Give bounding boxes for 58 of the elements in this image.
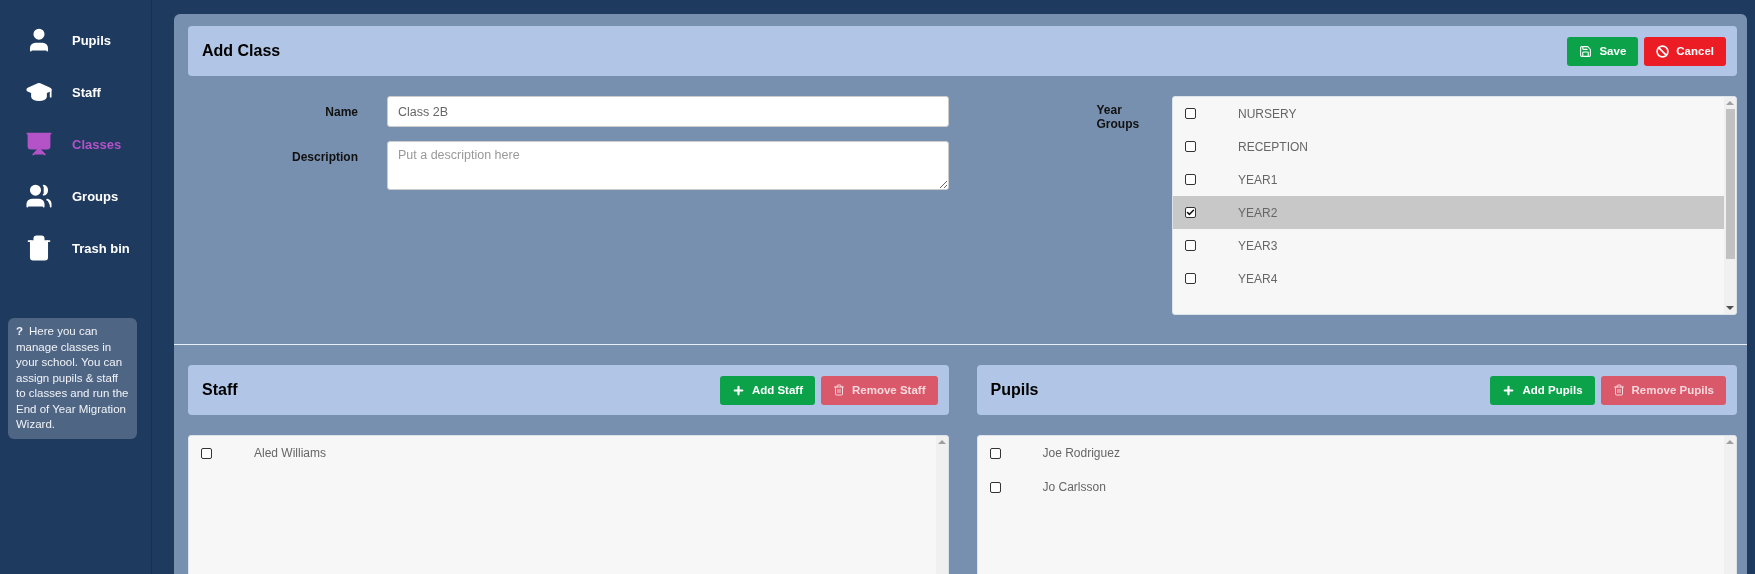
- trash-icon: [25, 234, 53, 262]
- plus-icon: [731, 383, 745, 397]
- section-title: Pupils: [990, 381, 1039, 399]
- checkbox[interactable]: [1185, 240, 1196, 251]
- remove-button[interactable]: Remove Pupils: [1600, 375, 1726, 405]
- add-button[interactable]: Add Pupils: [1490, 375, 1595, 405]
- checkbox[interactable]: [201, 447, 212, 459]
- list-row[interactable]: YEAR4: [1173, 262, 1724, 295]
- checkbox[interactable]: [1185, 174, 1196, 185]
- list-row[interactable]: YEAR2: [1173, 196, 1724, 229]
- row-label: RECEPTION: [1238, 139, 1308, 154]
- checkbox[interactable]: [1185, 141, 1196, 152]
- row-label: NURSERY: [1238, 106, 1297, 121]
- row-label: Joe Rodriguez: [1042, 446, 1120, 460]
- checkbox[interactable]: [1185, 108, 1196, 119]
- list-row[interactable]: YEAR1: [1173, 163, 1724, 196]
- save-icon: [1579, 44, 1593, 58]
- row-label: YEAR3: [1238, 238, 1278, 253]
- nav-item[interactable]: Classes: [0, 118, 151, 170]
- field-label: Name: [324, 104, 358, 121]
- field-label: Description: [291, 149, 358, 166]
- trash-icon: [833, 384, 845, 396]
- field-label: Year Groups: [1095, 102, 1141, 133]
- add-button[interactable]: Add Staff: [719, 375, 815, 405]
- scrollbar[interactable]: [1724, 436, 1736, 574]
- nav-item[interactable]: Groups: [0, 170, 151, 222]
- board-icon: [25, 130, 53, 158]
- help-text: ? Here you can manage classes in your school. You can assign pupils & staff to classes and run the End of Year Migration Wizard.: [8, 318, 137, 439]
- checkbox[interactable]: [1185, 273, 1196, 284]
- name-field[interactable]: Class 2B: [387, 96, 949, 127]
- row-label: YEAR1: [1238, 172, 1278, 187]
- list-row[interactable]: Joe Rodriguez: [977, 436, 1724, 470]
- trash-icon: [1612, 384, 1625, 396]
- scrollbar[interactable]: [935, 436, 948, 574]
- description-field[interactable]: Put a description here: [387, 141, 949, 190]
- row-label: Aled Williams: [254, 446, 326, 460]
- row-label: Jo Carlsson: [1042, 480, 1106, 494]
- list-row[interactable]: Jo Carlsson: [977, 470, 1724, 504]
- people-icon: [25, 182, 53, 210]
- plus-icon: [1502, 383, 1516, 397]
- row-label: YEAR4: [1238, 271, 1278, 286]
- cancel-button[interactable]: Cancel: [1644, 36, 1726, 66]
- list-row[interactable]: RECEPTION: [1173, 130, 1724, 163]
- checkbox[interactable]: [1185, 207, 1196, 218]
- ban-icon: [1656, 44, 1670, 58]
- checkbox[interactable]: [989, 481, 1001, 493]
- row-label: YEAR2: [1238, 205, 1278, 220]
- nav-item[interactable]: Trash bin: [0, 222, 151, 274]
- nav-item[interactable]: Pupils: [0, 14, 151, 66]
- save-button[interactable]: Save: [1567, 36, 1639, 66]
- nav-item[interactable]: Staff: [0, 66, 151, 118]
- checkbox[interactable]: [989, 447, 1001, 459]
- scrollbar[interactable]: [1724, 97, 1736, 314]
- section-title: Staff: [202, 381, 238, 399]
- list-row[interactable]: YEAR3: [1173, 229, 1724, 262]
- page-title: Add Class: [202, 42, 281, 60]
- list-row[interactable]: NURSERY: [1173, 97, 1724, 130]
- remove-button[interactable]: Remove Staff: [821, 375, 938, 405]
